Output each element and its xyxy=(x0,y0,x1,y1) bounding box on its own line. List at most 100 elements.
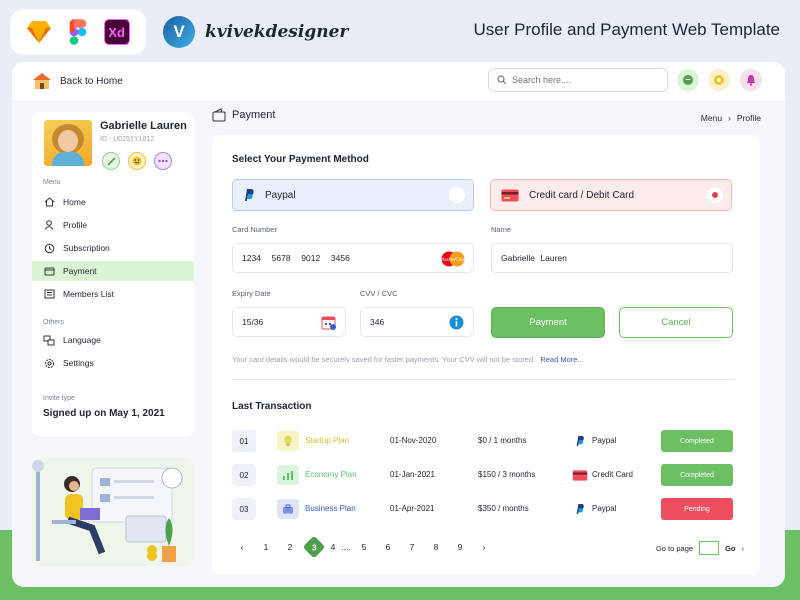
sidebar-item-language[interactable]: Language xyxy=(32,330,194,350)
prev-page-icon[interactable]: ‹ xyxy=(230,542,254,552)
search-box[interactable] xyxy=(488,68,668,92)
invite-type-label: Invite type xyxy=(43,395,75,402)
back-to-home-label: Back to Home xyxy=(60,75,123,87)
sidebar-item-subscription[interactable]: Subscription xyxy=(32,238,194,258)
gear-icon xyxy=(43,357,55,369)
xd-icon: Xd xyxy=(103,19,130,45)
sidebar-item-members-list[interactable]: Members List xyxy=(32,284,194,304)
name-label: Name xyxy=(491,225,512,234)
credit-card-icon xyxy=(501,189,519,201)
go-to-page-input[interactable] xyxy=(699,541,720,555)
paypal-icon xyxy=(245,189,254,201)
tx-amount: $350 / months xyxy=(478,504,529,513)
select-method-title: Select Your Payment Method xyxy=(232,154,369,165)
user-name: Gabrielle Lauren xyxy=(100,120,187,132)
design-tools: Xd xyxy=(10,9,146,55)
user-id: ID - U0251Y1812 xyxy=(100,136,155,143)
radio-card[interactable] xyxy=(707,187,723,203)
table-row: 01 Startup Plan 01-Nov-2020 $0 / 1 month… xyxy=(232,430,734,452)
sidebar-item-profile[interactable]: Profile xyxy=(32,215,194,235)
cvv-field[interactable] xyxy=(360,307,474,337)
user-icon xyxy=(43,219,55,231)
breadcrumb-menu[interactable]: Menu xyxy=(701,113,722,123)
card-number-field[interactable]: MasterCard xyxy=(232,243,474,273)
sidebar-item-settings[interactable]: Settings xyxy=(32,353,194,373)
notification-icon[interactable] xyxy=(740,69,762,91)
figma-icon xyxy=(65,19,91,45)
page-9[interactable]: 9 xyxy=(448,542,472,552)
cvv-input[interactable] xyxy=(370,317,443,327)
card-number-input[interactable] xyxy=(242,253,404,263)
method-credit-card[interactable]: Credit card / Debit Card xyxy=(490,179,732,211)
info-icon[interactable] xyxy=(449,315,464,330)
sidebar-item-label: Profile xyxy=(63,220,88,230)
read-more-link[interactable]: Read More.. xyxy=(540,355,581,364)
profile-sidebar: Gabrielle Lauren ID - U0251Y1812 Menu Ho… xyxy=(32,112,194,436)
back-to-home-link[interactable]: Back to Home xyxy=(32,72,123,90)
chat-icon[interactable] xyxy=(677,69,699,91)
more-badge-icon[interactable] xyxy=(154,152,172,170)
security-note-text: Your card details would be securely save… xyxy=(232,355,536,364)
sidebar-item-payment[interactable]: Payment xyxy=(32,261,194,281)
tx-date: 01-Apr-2021 xyxy=(390,504,435,513)
calendar-icon[interactable] xyxy=(321,315,337,331)
menu-section-label: Menu xyxy=(43,179,61,186)
paypal-icon xyxy=(572,502,588,516)
tx-plan: Economy Plan xyxy=(305,470,357,479)
search-icon xyxy=(497,75,507,85)
name-field[interactable] xyxy=(491,243,733,273)
page-8[interactable]: 8 xyxy=(424,542,448,552)
page-3-current[interactable]: 3 xyxy=(302,535,326,559)
card-brand-label: MasterCard xyxy=(440,257,466,263)
tx-number: 01 xyxy=(232,430,256,452)
page-7[interactable]: 7 xyxy=(400,542,424,552)
chevron-right-icon: › xyxy=(728,113,731,123)
avatar xyxy=(44,120,92,166)
mastercard-icon: MasterCard xyxy=(440,251,466,267)
top-bar: Back to Home xyxy=(12,62,785,100)
status-badge: Pending xyxy=(661,498,733,520)
payment-button[interactable]: Payment xyxy=(491,307,605,338)
working-woman-illustration xyxy=(32,458,194,566)
subscription-icon xyxy=(43,242,55,254)
chevron-right-icon[interactable]: › xyxy=(742,544,745,553)
go-button[interactable]: Go xyxy=(725,544,735,553)
pagination: ‹ 1 2 3 4 .... 5 6 7 8 9 › xyxy=(230,535,496,559)
table-row: 02 Economy Plan 01-Jan-2021 $150 / 3 mon… xyxy=(232,464,734,486)
name-input[interactable] xyxy=(501,253,663,263)
gear-icon[interactable] xyxy=(708,69,730,91)
radio-paypal[interactable] xyxy=(449,187,465,203)
page-5[interactable]: 5 xyxy=(352,542,376,552)
card-number-label: Card Number xyxy=(232,225,278,234)
breadcrumb: Menu › Profile xyxy=(701,113,761,123)
others-section-label: Others xyxy=(43,319,65,326)
sidebar-item-label: Language xyxy=(63,335,101,345)
sketch-icon xyxy=(26,19,52,45)
page-ellipsis: .... xyxy=(341,542,351,552)
invite-type-value: Signed up on May 1, 2021 xyxy=(43,408,165,419)
tx-number: 02 xyxy=(232,464,256,486)
tx-method: Credit Card xyxy=(592,470,633,479)
page-1[interactable]: 1 xyxy=(254,542,278,552)
page-header: Payment xyxy=(212,108,275,122)
house-icon xyxy=(33,73,51,89)
cancel-button[interactable]: Cancel xyxy=(619,307,733,338)
page-2[interactable]: 2 xyxy=(278,542,302,552)
status-badge: Completed xyxy=(661,464,733,486)
list-icon xyxy=(43,288,55,300)
method-paypal-label: Paypal xyxy=(265,189,296,201)
method-paypal[interactable]: Paypal xyxy=(232,179,474,211)
expiry-input[interactable] xyxy=(242,317,315,327)
page-6[interactable]: 6 xyxy=(376,542,400,552)
page-4[interactable]: 4 xyxy=(326,542,340,552)
breadcrumb-profile[interactable]: Profile xyxy=(737,113,761,123)
tx-plan: Business Plan xyxy=(305,504,356,513)
tx-method: Paypal xyxy=(592,436,617,445)
expiry-label: Expiry Date xyxy=(232,289,271,298)
tx-number: 03 xyxy=(232,498,256,520)
expiry-field[interactable] xyxy=(232,307,346,337)
search-input[interactable] xyxy=(512,75,652,85)
sidebar-item-home[interactable]: Home xyxy=(32,192,194,212)
wallet-icon xyxy=(212,108,226,122)
next-page-icon[interactable]: › xyxy=(472,542,496,552)
